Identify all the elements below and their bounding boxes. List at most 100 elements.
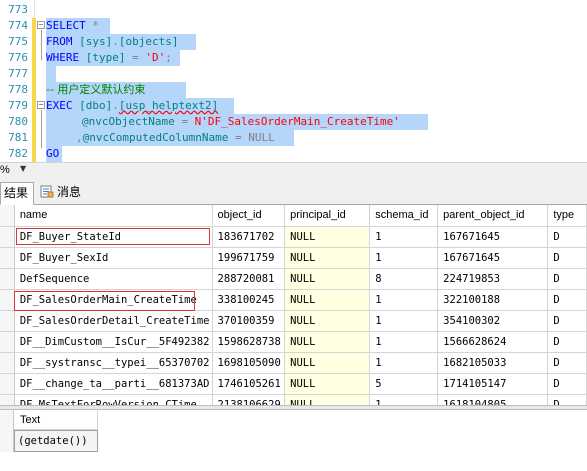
- cell-principal-id[interactable]: NULL: [284, 331, 371, 353]
- chevron-down-icon[interactable]: ▼: [20, 164, 26, 173]
- row-header[interactable]: [0, 247, 15, 269]
- tab-messages[interactable]: 消息: [38, 182, 92, 205]
- column-header-name[interactable]: name: [14, 205, 213, 227]
- cell-type[interactable]: D: [547, 352, 587, 374]
- cell-name[interactable]: DF_Buyer_StateId: [14, 226, 213, 248]
- table-row[interactable]: DF_SalesOrderMain_CreateTime 338100245 N…: [0, 289, 587, 311]
- cell-parent-object-id[interactable]: 167671645: [437, 226, 549, 248]
- results-grid-2[interactable]: Text (getdate()): [0, 410, 587, 471]
- collapse-icon[interactable]: −: [37, 21, 45, 29]
- row-header[interactable]: [0, 310, 15, 332]
- cell-parent-object-id[interactable]: 322100188: [437, 289, 549, 311]
- cell-object-id[interactable]: 1746105261: [212, 373, 286, 395]
- cell-name[interactable]: DF_Buyer_SexId: [14, 247, 213, 269]
- cell-parent-object-id[interactable]: 354100302: [437, 310, 549, 332]
- cell-name[interactable]: DF_SalesOrderMain_CreateTime: [14, 289, 213, 311]
- keyword: SELECT: [46, 19, 86, 32]
- table-row[interactable]: DF_Buyer_StateId 183671702 NULL 1 167671…: [0, 226, 587, 248]
- results-grid[interactable]: name object_id principal_id schema_id pa…: [0, 205, 587, 405]
- cell-name[interactable]: DF_MsTextForRowVersion_CTime: [14, 394, 213, 405]
- row-header[interactable]: [0, 226, 15, 248]
- cell-principal-id[interactable]: NULL: [284, 373, 371, 395]
- cell-object-id[interactable]: 338100245: [212, 289, 286, 311]
- cell-name[interactable]: DF__DimCustom__IsCur__5F492382: [14, 331, 213, 353]
- cell-name[interactable]: DF__change_ta__parti__681373AD: [14, 373, 213, 395]
- collapse-icon[interactable]: −: [37, 101, 45, 109]
- cell-type[interactable]: D: [547, 289, 587, 311]
- cell-text[interactable]: (getdate()): [14, 430, 98, 452]
- parameter: @nvcObjectName: [82, 115, 175, 128]
- table-row[interactable]: DF_MsTextForRowVersion_CTime 2138106629 …: [0, 394, 587, 405]
- cell-name[interactable]: DF_SalesOrderDetail_CreateTime: [14, 310, 213, 332]
- cell-schema-id[interactable]: 1: [369, 331, 439, 353]
- table-row[interactable]: DF__systransc__typei__65370702 169810509…: [0, 352, 587, 374]
- cell-schema-id[interactable]: 1: [369, 352, 439, 374]
- line-number: 775: [8, 35, 28, 48]
- cell-type[interactable]: D: [547, 268, 587, 290]
- cell-object-id[interactable]: 370100359: [212, 310, 286, 332]
- column-header-type[interactable]: type: [547, 205, 587, 227]
- cell-parent-object-id[interactable]: 1618104805: [437, 394, 549, 405]
- cell-parent-object-id[interactable]: 1566628624: [437, 331, 549, 353]
- cell-schema-id[interactable]: 1: [369, 289, 439, 311]
- change-marker: [32, 146, 36, 162]
- cell-schema-id[interactable]: 8: [369, 268, 439, 290]
- cell-type[interactable]: D: [547, 310, 587, 332]
- column-header-object-id[interactable]: object_id: [212, 205, 286, 227]
- row-header[interactable]: [0, 289, 15, 311]
- line-number: 779: [8, 99, 28, 112]
- cell-schema-id[interactable]: 1: [369, 226, 439, 248]
- column-header-schema-id[interactable]: schema_id: [369, 205, 439, 227]
- cell-object-id[interactable]: 1598628738: [212, 331, 286, 353]
- table-row[interactable]: DefSequence 288720081 NULL 8 224719853 D: [0, 268, 587, 290]
- row-header[interactable]: [0, 373, 15, 395]
- cell-principal-id[interactable]: NULL: [284, 310, 371, 332]
- row-header[interactable]: [0, 268, 15, 290]
- change-marker: [32, 34, 36, 50]
- cell-parent-object-id[interactable]: 224719853: [437, 268, 549, 290]
- cell-principal-id[interactable]: NULL: [284, 352, 371, 374]
- cell-parent-object-id[interactable]: 167671645: [437, 247, 549, 269]
- cell-object-id[interactable]: 183671702: [212, 226, 286, 248]
- cell-schema-id[interactable]: 1: [369, 394, 439, 405]
- row-header[interactable]: [0, 352, 15, 374]
- cell-principal-id[interactable]: NULL: [284, 268, 371, 290]
- table-row[interactable]: DF_SalesOrderDetail_CreateTime 370100359…: [0, 310, 587, 332]
- row-header-corner[interactable]: [0, 205, 15, 227]
- cell-parent-object-id[interactable]: 1682105033: [437, 352, 549, 374]
- row-header[interactable]: [0, 331, 15, 353]
- cell-type[interactable]: D: [547, 247, 587, 269]
- cell-principal-id[interactable]: NULL: [284, 394, 371, 405]
- table-row[interactable]: DF__change_ta__parti__681373AD 174610526…: [0, 373, 587, 395]
- cell-object-id[interactable]: 2138106629: [212, 394, 286, 405]
- query-editor[interactable]: 773 774 775 776 777 778 779 780 781 782 …: [0, 0, 587, 162]
- identifier: [type]: [85, 51, 126, 64]
- zoom-level[interactable]: %: [0, 164, 10, 176]
- cell-schema-id[interactable]: 1: [369, 247, 439, 269]
- cell-type[interactable]: D: [547, 331, 587, 353]
- table-row[interactable]: DF_Buyer_SexId 199671759 NULL 1 16767164…: [0, 247, 587, 269]
- column-header-parent-object-id[interactable]: parent_object_id: [437, 205, 549, 227]
- cell-principal-id[interactable]: NULL: [284, 289, 371, 311]
- column-header-text[interactable]: Text: [14, 410, 98, 430]
- tab-results[interactable]: 结果: [0, 182, 34, 205]
- line-number-gutter: 773 774 775 776 777 778 779 780 781 782: [0, 0, 35, 162]
- cell-name[interactable]: DF__systransc__typei__65370702: [14, 352, 213, 374]
- column-header-principal-id[interactable]: principal_id: [284, 205, 371, 227]
- row-header[interactable]: [0, 394, 15, 405]
- cell-object-id[interactable]: 1698105090: [212, 352, 286, 374]
- table-row[interactable]: DF__DimCustom__IsCur__5F492382 159862873…: [0, 331, 587, 353]
- cell-type[interactable]: D: [547, 394, 587, 405]
- identifier: [objects]: [118, 35, 179, 48]
- cell-type[interactable]: D: [547, 226, 587, 248]
- cell-schema-id[interactable]: 1: [369, 310, 439, 332]
- cell-principal-id[interactable]: NULL: [284, 226, 371, 248]
- cell-object-id[interactable]: 288720081: [212, 268, 286, 290]
- cell-type[interactable]: D: [547, 373, 587, 395]
- cell-parent-object-id[interactable]: 1714105147: [437, 373, 549, 395]
- cell-name[interactable]: DefSequence: [14, 268, 213, 290]
- cell-schema-id[interactable]: 5: [369, 373, 439, 395]
- row-header[interactable]: [0, 410, 14, 452]
- cell-object-id[interactable]: 199671759: [212, 247, 286, 269]
- cell-principal-id[interactable]: NULL: [284, 247, 371, 269]
